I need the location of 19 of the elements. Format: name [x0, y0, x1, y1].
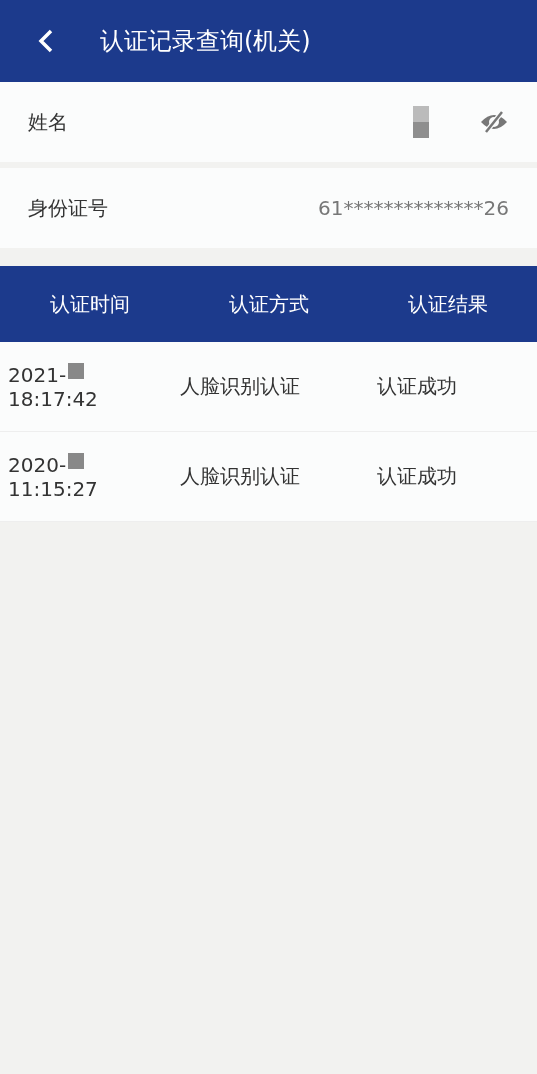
method-cell-text: 人脸识别认证	[180, 463, 301, 490]
field-label: 姓名	[28, 108, 69, 136]
field-value: 61**************26	[318, 196, 509, 220]
column-header: 认证方式	[227, 290, 310, 318]
time-text: 18:17:42	[8, 386, 99, 411]
eye-off-icon[interactable]	[479, 110, 509, 134]
time-text: 11:15:27	[8, 476, 99, 501]
result-cell-text: 认证成功	[377, 463, 458, 490]
column-header: 认证结果	[406, 290, 489, 318]
page-title: 认证记录查询(机关)	[100, 26, 311, 57]
redaction-mark	[68, 452, 85, 469]
redaction-mark	[413, 106, 429, 138]
redaction-mark	[68, 362, 85, 379]
field-label: 身份证号	[28, 194, 109, 222]
date-text: 2020-	[8, 452, 67, 477]
result-cell-text: 认证成功	[377, 373, 458, 400]
date-text: 2021-	[8, 362, 67, 387]
method-cell-text: 人脸识别认证	[180, 373, 301, 400]
column-header: 认证时间	[48, 290, 131, 318]
